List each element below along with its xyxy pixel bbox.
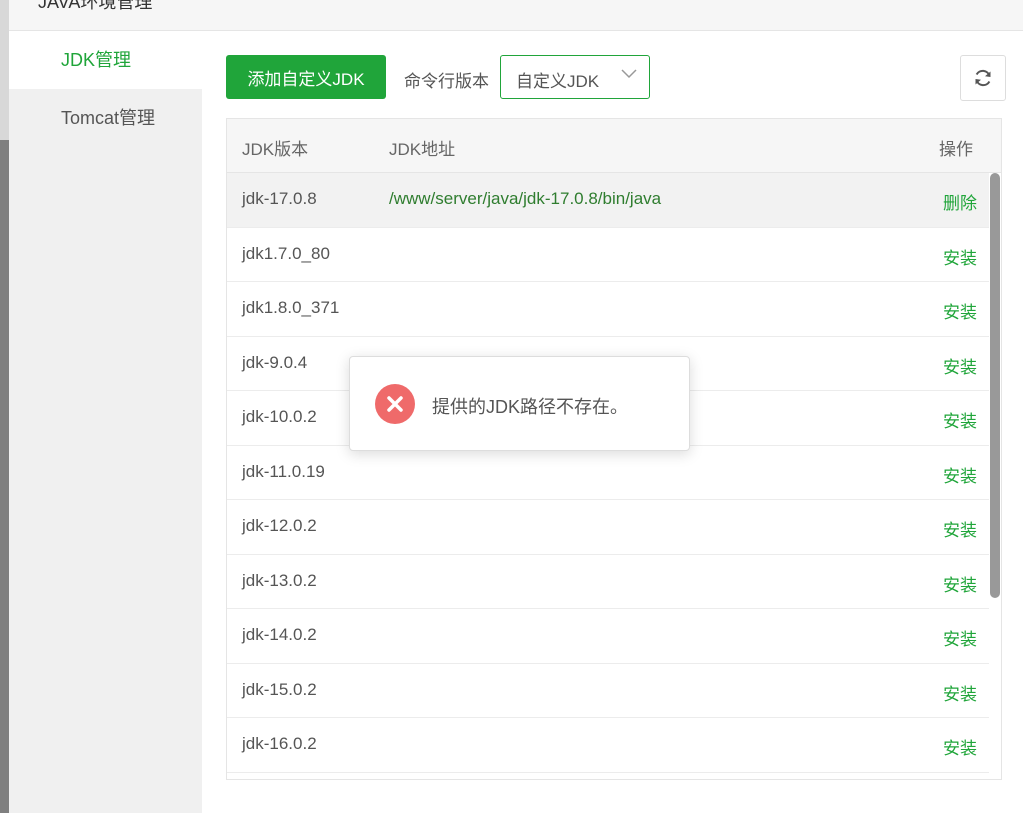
title-bar: JAVA环境管理 xyxy=(9,0,1023,31)
delete-link[interactable]: 删除 xyxy=(943,189,977,214)
table-row: jdk1.7.0_80 安装 xyxy=(227,228,989,282)
jdk-path: /www/server/java/jdk-17.0.8/bin/java xyxy=(389,189,662,208)
cli-version-select[interactable]: 自定义JDK xyxy=(500,55,650,99)
header-jdk-version: JDK版本 xyxy=(242,140,309,159)
jdk-version: jdk-14.0.2 xyxy=(242,625,317,644)
table-row: jdk-15.0.2 安装 xyxy=(227,664,989,718)
table-body: jdk-17.0.8 /www/server/java/jdk-17.0.8/b… xyxy=(227,173,989,773)
window-title: JAVA环境管理 xyxy=(38,0,153,12)
jdk-version: jdk-11.0.19 xyxy=(242,461,325,481)
install-link[interactable]: 安装 xyxy=(943,571,977,596)
error-icon xyxy=(375,384,415,424)
jdk-version: jdk-15.0.2 xyxy=(242,679,317,699)
sidebar-item-jdk[interactable]: JDK管理 xyxy=(9,31,202,89)
jdk-version: jdk-10.0.2 xyxy=(242,407,317,426)
install-link[interactable]: 安装 xyxy=(943,353,977,378)
jdk-version: jdk-17.0.8 xyxy=(242,189,317,208)
cli-version-label: 命令行版本 xyxy=(404,72,489,91)
sidebar: JDK管理 Tomcat管理 xyxy=(9,31,202,813)
error-toast: 提供的JDK路径不存在。 xyxy=(349,356,690,451)
sidebar-item-label: JDK管理 xyxy=(61,50,132,70)
refresh-icon xyxy=(975,69,991,87)
scrollbar-thumb[interactable] xyxy=(990,173,1000,598)
header-jdk-path: JDK地址 xyxy=(389,140,456,159)
install-link[interactable]: 安装 xyxy=(943,625,977,650)
refresh-button[interactable] xyxy=(960,55,1006,101)
install-link[interactable]: 安装 xyxy=(943,407,977,432)
jdk-version: jdk1.7.0_80 xyxy=(242,243,330,263)
install-link[interactable]: 安装 xyxy=(943,462,977,487)
header-action: 操作 xyxy=(939,140,973,159)
background-overlay xyxy=(0,0,9,813)
chevron-down-icon xyxy=(621,69,637,79)
sidebar-item-label: Tomcat管理 xyxy=(61,108,156,128)
table-row: jdk-16.0.2 安装 xyxy=(227,718,989,773)
install-link[interactable]: 安装 xyxy=(943,298,977,323)
jdk-version: jdk-16.0.2 xyxy=(242,734,317,753)
jdk-version: jdk-9.0.4 xyxy=(242,352,308,372)
install-link[interactable]: 安装 xyxy=(943,244,977,269)
jdk-version: jdk-13.0.2 xyxy=(242,570,317,590)
table-row: jdk-11.0.19 安装 xyxy=(227,446,989,500)
install-link[interactable]: 安装 xyxy=(943,734,977,759)
jdk-version: jdk-12.0.2 xyxy=(242,516,317,535)
table-row: jdk1.8.0_371 安装 xyxy=(227,282,989,337)
install-link[interactable]: 安装 xyxy=(943,516,977,541)
table-row: jdk-12.0.2 安装 xyxy=(227,500,989,555)
sidebar-item-tomcat[interactable]: Tomcat管理 xyxy=(9,89,202,147)
table-row: jdk-17.0.8 /www/server/java/jdk-17.0.8/b… xyxy=(227,173,989,228)
jdk-version: jdk1.8.0_371 xyxy=(242,298,340,317)
table-row: jdk-14.0.2 安装 xyxy=(227,609,989,664)
toast-message: 提供的JDK路径不存在。 xyxy=(432,397,629,417)
table-scrollbar[interactable] xyxy=(989,173,1001,779)
table-row: jdk-13.0.2 安装 xyxy=(227,555,989,609)
install-link[interactable]: 安装 xyxy=(943,680,977,705)
add-custom-jdk-button[interactable]: 添加自定义JDK xyxy=(226,55,386,99)
table-header: JDK版本 JDK地址 操作 xyxy=(227,119,1001,173)
cli-version-value: 自定义JDK xyxy=(516,72,600,91)
